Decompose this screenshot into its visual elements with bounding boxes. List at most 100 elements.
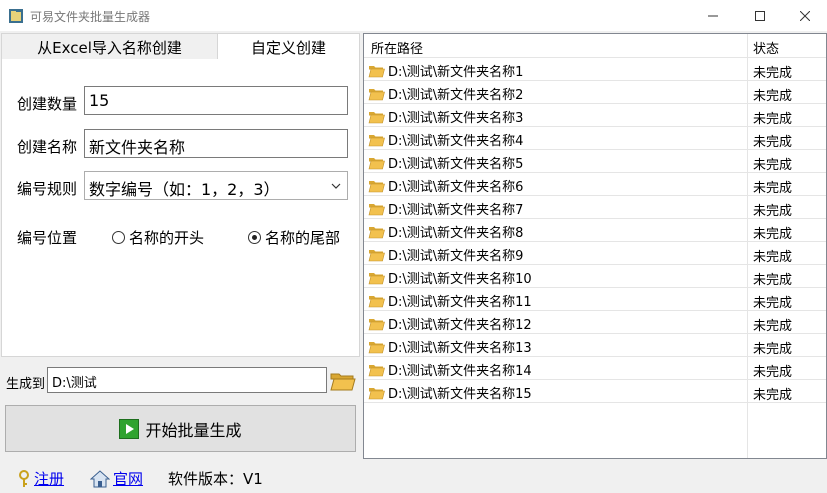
row-status: 未完成 (753, 204, 793, 219)
radio-end-label: 名称的尾部 (265, 229, 341, 247)
row-path-cell: D:\测试\新文件夹名称10 (368, 268, 532, 287)
row-path-cell: D:\测试\新文件夹名称15 (368, 383, 532, 402)
row-status: 未完成 (753, 66, 793, 81)
home-icon (90, 469, 110, 487)
folder-icon (368, 65, 385, 77)
row-path-cell: D:\测试\新文件夹名称1 (368, 61, 523, 80)
row-path: D:\测试\新文件夹名称7 (388, 203, 524, 218)
start-generate-label: 开始批量生成 (145, 420, 242, 440)
start-generate-button[interactable]: 开始批量生成 (5, 405, 356, 452)
row-path-cell: D:\测试\新文件夹名称5 (368, 153, 523, 172)
close-button[interactable] (782, 0, 827, 31)
table-row[interactable]: D:\测试\新文件夹名称13 未完成 (364, 334, 826, 357)
play-icon (119, 418, 140, 439)
row-status: 未完成 (753, 158, 793, 173)
app-window: 可易文件夹批量生成器 从Excel导入名称创建 自定义创建 创建数量 15 创建… (0, 0, 827, 493)
row-path: D:\测试\新文件夹名称8 (388, 226, 524, 241)
row-path-cell: D:\测试\新文件夹名称2 (368, 84, 523, 103)
row-path: D:\测试\新文件夹名称11 (388, 295, 532, 310)
table-row[interactable]: D:\测试\新文件夹名称10 未完成 (364, 265, 826, 288)
row-status: 未完成 (753, 250, 793, 265)
row-path-cell: D:\测试\新文件夹名称11 (368, 291, 532, 310)
table-row[interactable]: D:\测试\新文件夹名称7 未完成 (364, 196, 826, 219)
count-value: 15 (89, 91, 110, 110)
folder-icon (368, 272, 385, 284)
row-status: 未完成 (753, 365, 793, 380)
table-row[interactable]: D:\测试\新文件夹名称8 未完成 (364, 219, 826, 242)
row-path: D:\测试\新文件夹名称4 (388, 134, 524, 149)
output-path-input[interactable]: D:\测试 (47, 367, 327, 393)
table-row[interactable]: D:\测试\新文件夹名称14 未完成 (364, 357, 826, 380)
radio-end-indicator (248, 231, 261, 244)
rule-select[interactable]: 数字编号（如：1，2，3） (84, 171, 348, 200)
name-value: 新文件夹名称 (89, 138, 186, 157)
window-title: 可易文件夹批量生成器 (30, 10, 151, 24)
folder-icon (368, 318, 385, 330)
radio-position-end[interactable]: 名称的尾部 (248, 227, 340, 248)
column-header-path[interactable]: 所在路径 (371, 38, 423, 57)
table-row[interactable]: D:\测试\新文件夹名称6 未完成 (364, 173, 826, 196)
row-path-cell: D:\测试\新文件夹名称6 (368, 176, 523, 195)
tab-custom-create[interactable]: 自定义创建 (218, 33, 360, 60)
row-status: 未完成 (753, 388, 793, 403)
footer: 注册 官网 软件版本：V1 (0, 460, 827, 493)
maximize-icon (755, 10, 765, 21)
row-path: D:\测试\新文件夹名称2 (388, 88, 524, 103)
folder-icon (368, 341, 385, 353)
row-path: D:\测试\新文件夹名称10 (388, 272, 532, 287)
folder-icon (368, 134, 385, 146)
minimize-button[interactable] (690, 0, 736, 31)
register-link[interactable]: 注册 (17, 468, 64, 489)
app-icon (9, 9, 23, 23)
title-bar: 可易文件夹批量生成器 (0, 0, 827, 31)
table-row[interactable]: D:\测试\新文件夹名称12 未完成 (364, 311, 826, 334)
tab-excel-import[interactable]: 从Excel导入名称创建 (1, 33, 218, 60)
row-path: D:\测试\新文件夹名称1 (388, 65, 524, 80)
row-status: 未完成 (753, 89, 793, 104)
rule-value: 数字编号（如：1，2，3） (89, 180, 280, 199)
table-row[interactable]: D:\测试\新文件夹名称9 未完成 (364, 242, 826, 265)
row-status: 未完成 (753, 319, 793, 334)
minimize-icon (708, 15, 718, 16)
table-row[interactable]: D:\测试\新文件夹名称15 未完成 (364, 380, 826, 403)
column-header-status[interactable]: 状态 (753, 38, 779, 57)
maximize-button[interactable] (737, 0, 783, 31)
table-row[interactable]: D:\测试\新文件夹名称3 未完成 (364, 104, 826, 127)
row-path: D:\测试\新文件夹名称13 (388, 341, 532, 356)
folder-icon (368, 364, 385, 376)
table-row[interactable]: D:\测试\新文件夹名称2 未完成 (364, 81, 826, 104)
tab-custom-create-label: 自定义创建 (250, 38, 326, 57)
row-path-cell: D:\测试\新文件夹名称8 (368, 222, 523, 241)
row-status: 未完成 (753, 181, 793, 196)
row-status: 未完成 (753, 342, 793, 357)
radio-position-start[interactable]: 名称的开头 (112, 227, 204, 248)
key-icon (19, 469, 29, 487)
table-row[interactable]: D:\测试\新文件夹名称1 未完成 (364, 58, 826, 81)
row-path: D:\测试\新文件夹名称12 (388, 318, 532, 333)
folder-icon (368, 203, 385, 215)
table-row[interactable]: D:\测试\新文件夹名称5 未完成 (364, 150, 826, 173)
website-link[interactable]: 官网 (90, 468, 143, 489)
row-path: D:\测试\新文件夹名称9 (388, 249, 524, 264)
row-path-cell: D:\测试\新文件夹名称4 (368, 130, 523, 149)
folder-icon (368, 111, 385, 123)
folder-icon (368, 180, 385, 192)
folder-list[interactable]: 所在路径 状态 D:\测试\新文件夹名称1 未完成 D:\测试\新文件夹名称2 未完成… (363, 33, 827, 459)
table-row[interactable]: D:\测试\新文件夹名称11 未完成 (364, 288, 826, 311)
row-path: D:\测试\新文件夹名称15 (388, 387, 532, 402)
row-path: D:\测试\新文件夹名称14 (388, 364, 532, 379)
folder-icon (368, 249, 385, 261)
custom-create-panel: 创建数量 15 创建名称 新文件夹名称 编号规则 数字编号（如：1，2，3） 编… (1, 59, 360, 357)
browse-folder-button[interactable] (329, 367, 357, 394)
table-row[interactable]: D:\测试\新文件夹名称4 未完成 (364, 127, 826, 150)
radio-start-label: 名称的开头 (129, 229, 205, 247)
folder-icon (368, 157, 385, 169)
website-link-label: 官网 (113, 470, 144, 488)
row-path-cell: D:\测试\新文件夹名称7 (368, 199, 523, 218)
row-path: D:\测试\新文件夹名称5 (388, 157, 524, 172)
name-input[interactable]: 新文件夹名称 (84, 129, 348, 158)
count-input[interactable]: 15 (84, 86, 348, 115)
row-status: 未完成 (753, 273, 793, 288)
count-label: 创建数量 (17, 95, 78, 113)
close-icon (800, 10, 810, 21)
